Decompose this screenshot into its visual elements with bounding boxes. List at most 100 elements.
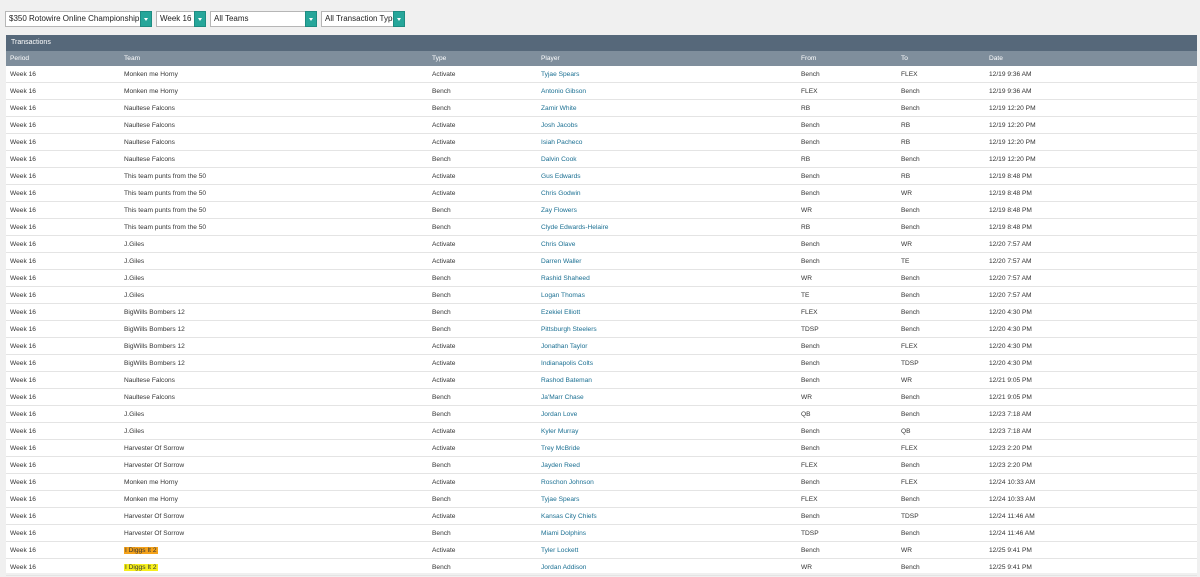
week-select[interactable]: Week 16 bbox=[156, 11, 206, 27]
type-cell: Activate bbox=[428, 235, 537, 253]
period-cell: Week 16 bbox=[6, 456, 120, 474]
transaction-type-dropdown-button[interactable] bbox=[393, 11, 405, 27]
column-header-to[interactable]: To bbox=[897, 51, 985, 66]
player-link[interactable]: Gus Edwards bbox=[537, 167, 797, 185]
column-header-type[interactable]: Type bbox=[428, 51, 537, 66]
player-link[interactable]: Tyjae Spears bbox=[537, 490, 797, 508]
team-select[interactable]: All Teams bbox=[210, 11, 317, 27]
from-cell: TDSP bbox=[797, 320, 897, 338]
team-cell: BigWills Bombers 12 bbox=[120, 303, 428, 321]
team-cell: Naultese Falcons bbox=[120, 371, 428, 389]
from-cell: Bench bbox=[797, 133, 897, 151]
player-link[interactable]: Indianapolis Colts bbox=[537, 354, 797, 372]
week-dropdown-button[interactable] bbox=[194, 11, 206, 27]
transaction-type-select[interactable]: All Transaction Types bbox=[321, 11, 405, 27]
player-link[interactable]: Pittsburgh Steelers bbox=[537, 320, 797, 338]
player-link[interactable]: Isiah Pacheco bbox=[537, 133, 797, 151]
table-row: Week 16 I Diggs It 2 Activate Tyler Lockett… bbox=[6, 541, 1197, 559]
date-cell: 12/20 4:30 PM bbox=[985, 303, 1197, 321]
player-link[interactable]: Chris Olave bbox=[537, 235, 797, 253]
player-link[interactable]: Darren Waller bbox=[537, 252, 797, 270]
date-cell: 12/19 9:36 AM bbox=[985, 82, 1197, 100]
type-cell: Bench bbox=[428, 405, 537, 423]
player-link[interactable]: Jordan Addison bbox=[537, 558, 797, 576]
league-select[interactable]: $350 Rotowire Online Championship #3363 bbox=[5, 11, 152, 27]
team-cell: This team punts from the 50 bbox=[120, 167, 428, 185]
table-row: Week 16 BigWills Bombers 12 Bench Ezekiel E… bbox=[6, 303, 1197, 321]
player-link[interactable]: Antonio Gibson bbox=[537, 82, 797, 100]
player-link[interactable]: Logan Thomas bbox=[537, 286, 797, 304]
column-header-period[interactable]: Period bbox=[6, 51, 120, 66]
from-cell: Bench bbox=[797, 507, 897, 525]
team-cell: Naultese Falcons bbox=[120, 99, 428, 117]
period-cell: Week 16 bbox=[6, 558, 120, 576]
player-link[interactable]: Zay Flowers bbox=[537, 201, 797, 219]
period-cell: Week 16 bbox=[6, 235, 120, 253]
team-cell: BigWills Bombers 12 bbox=[120, 337, 428, 355]
type-cell: Bench bbox=[428, 490, 537, 508]
table-row: Week 16 This team punts from the 50 Activa… bbox=[6, 184, 1197, 202]
player-link[interactable]: Ja'Marr Chase bbox=[537, 388, 797, 406]
team-cell: This team punts from the 50 bbox=[120, 218, 428, 236]
team-cell: J.Giles bbox=[120, 269, 428, 287]
to-cell: FLEX bbox=[897, 66, 985, 83]
table-row: Week 16 Harvester Of Sorrow Bench Jayden Re… bbox=[6, 456, 1197, 474]
player-link[interactable]: Ezekiel Elliott bbox=[537, 303, 797, 321]
player-link[interactable]: Chris Godwin bbox=[537, 184, 797, 202]
table-row: Week 16 BigWills Bombers 12 Bench Pittsburg… bbox=[6, 320, 1197, 338]
table-row: Week 16 Monken me Horny Activate Tyjae Spea… bbox=[6, 66, 1197, 83]
table-row: Week 16 J.Giles Bench Jordan Love QB Bench 12/… bbox=[6, 405, 1197, 423]
column-header-date[interactable]: Date bbox=[985, 51, 1197, 66]
to-cell: WR bbox=[897, 184, 985, 202]
to-cell: FLEX bbox=[897, 439, 985, 457]
date-cell: 12/21 9:05 PM bbox=[985, 371, 1197, 389]
date-cell: 12/19 9:36 AM bbox=[985, 66, 1197, 83]
period-cell: Week 16 bbox=[6, 133, 120, 151]
player-link[interactable]: Rashid Shaheed bbox=[537, 269, 797, 287]
table-row: Week 16 Monken me Horny Activate Roschon Jo… bbox=[6, 473, 1197, 491]
player-link[interactable]: Dalvin Cook bbox=[537, 150, 797, 168]
player-link[interactable]: Kyler Murray bbox=[537, 422, 797, 440]
from-cell: RB bbox=[797, 99, 897, 117]
player-link[interactable]: Rashod Bateman bbox=[537, 371, 797, 389]
from-cell: WR bbox=[797, 558, 897, 576]
team-cell: Naultese Falcons bbox=[120, 133, 428, 151]
league-dropdown-button[interactable] bbox=[140, 11, 152, 27]
date-cell: 12/20 7:57 AM bbox=[985, 269, 1197, 287]
player-link[interactable]: Josh Jacobs bbox=[537, 116, 797, 134]
transactions-table: Period Team Type Player From To Date Wee… bbox=[6, 51, 1197, 576]
from-cell: Bench bbox=[797, 235, 897, 253]
player-link[interactable]: Clyde Edwards-Helaire bbox=[537, 218, 797, 236]
column-header-player[interactable]: Player bbox=[537, 51, 797, 66]
table-row: Week 16 J.Giles Activate Darren Waller Bench… bbox=[6, 252, 1197, 270]
period-cell: Week 16 bbox=[6, 116, 120, 134]
type-cell: Bench bbox=[428, 303, 537, 321]
period-cell: Week 16 bbox=[6, 218, 120, 236]
player-link[interactable]: Jordan Love bbox=[537, 405, 797, 423]
period-cell: Week 16 bbox=[6, 269, 120, 287]
date-cell: 12/20 7:57 AM bbox=[985, 286, 1197, 304]
team-dropdown-button[interactable] bbox=[305, 11, 317, 27]
type-cell: Bench bbox=[428, 82, 537, 100]
player-link[interactable]: Kansas City Chiefs bbox=[537, 507, 797, 525]
player-link[interactable]: Tyler Lockett bbox=[537, 541, 797, 559]
player-link[interactable]: Tyjae Spears bbox=[537, 66, 797, 83]
from-cell: WR bbox=[797, 201, 897, 219]
player-link[interactable]: Miami Dolphins bbox=[537, 524, 797, 542]
date-cell: 12/25 9:41 PM bbox=[985, 558, 1197, 576]
date-cell: 12/20 7:57 AM bbox=[985, 235, 1197, 253]
from-cell: Bench bbox=[797, 167, 897, 185]
player-link[interactable]: Jonathan Taylor bbox=[537, 337, 797, 355]
date-cell: 12/24 10:33 AM bbox=[985, 473, 1197, 491]
column-header-team[interactable]: Team bbox=[120, 51, 428, 66]
week-select-value: Week 16 bbox=[156, 11, 194, 27]
date-cell: 12/23 7:18 AM bbox=[985, 405, 1197, 423]
transactions-page: $350 Rotowire Online Championship #3363 … bbox=[0, 0, 1200, 577]
table-row: Week 16 Harvester Of Sorrow Activate Trey M… bbox=[6, 439, 1197, 457]
player-link[interactable]: Zamir White bbox=[537, 99, 797, 117]
player-link[interactable]: Trey McBride bbox=[537, 439, 797, 457]
player-link[interactable]: Jayden Reed bbox=[537, 456, 797, 474]
column-header-from[interactable]: From bbox=[797, 51, 897, 66]
to-cell: Bench bbox=[897, 405, 985, 423]
player-link[interactable]: Roschon Johnson bbox=[537, 473, 797, 491]
